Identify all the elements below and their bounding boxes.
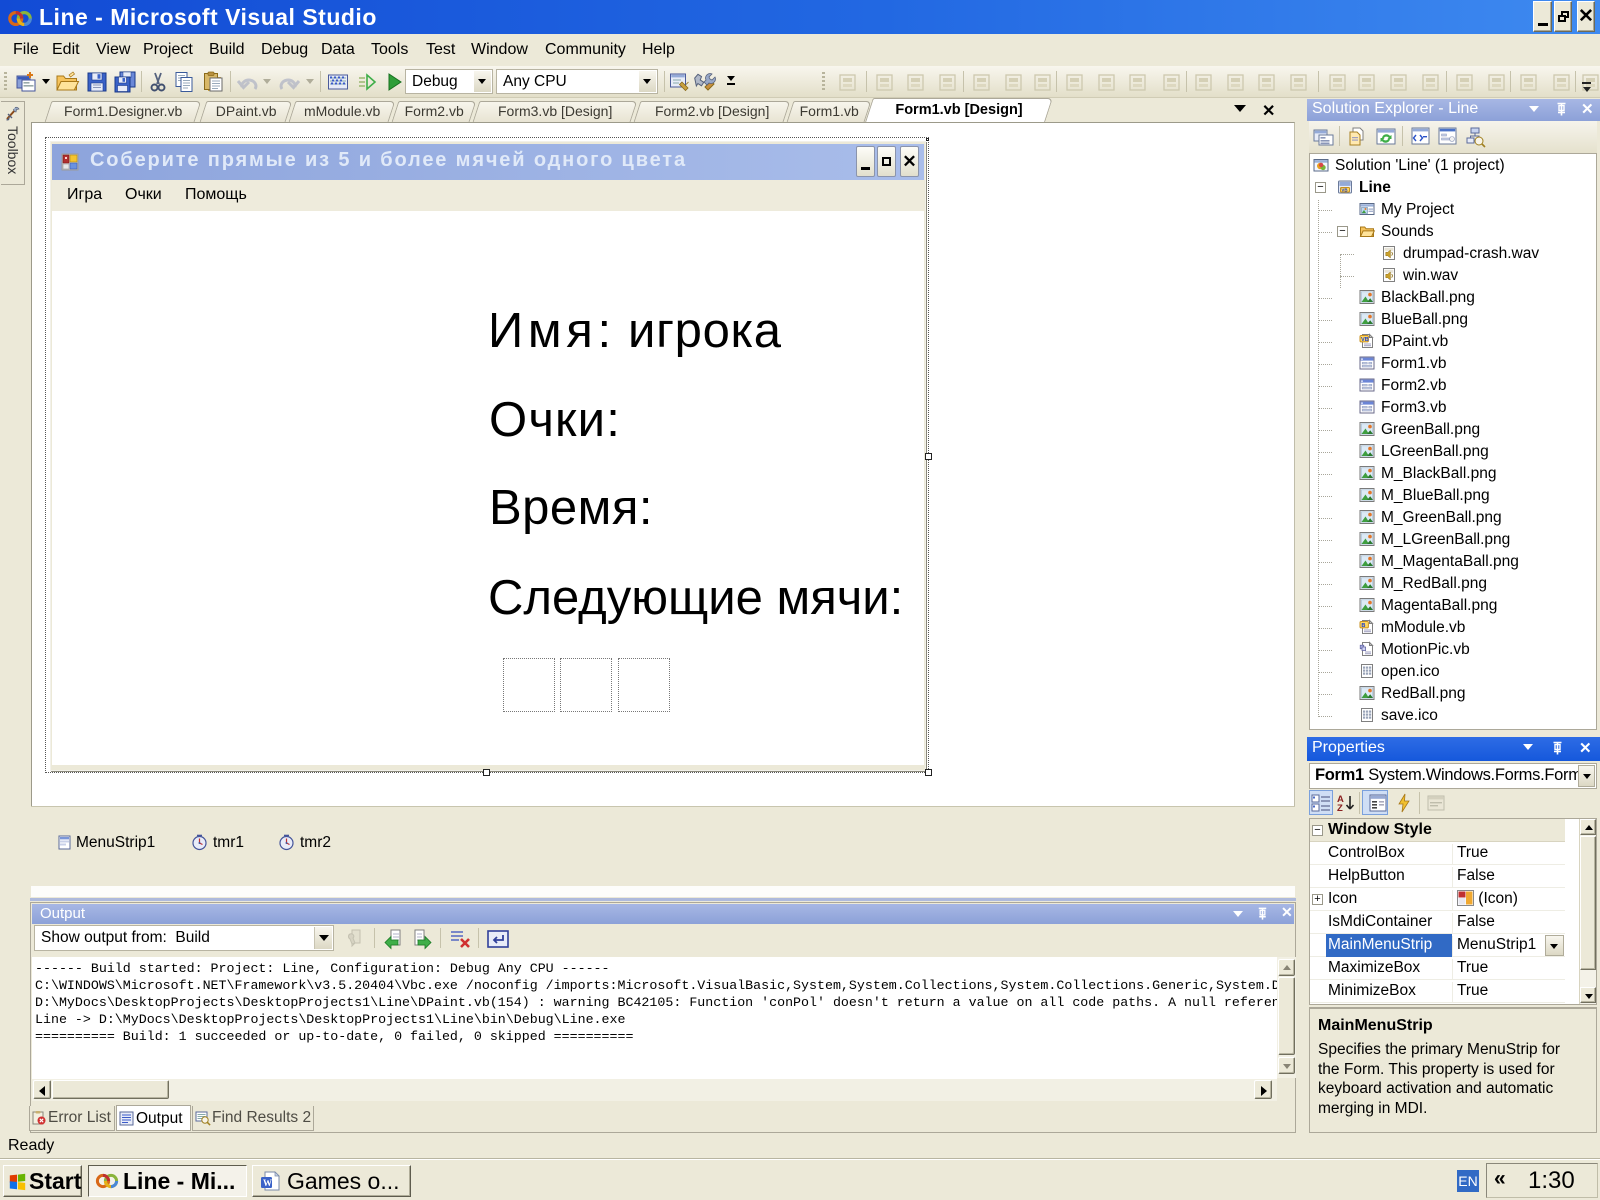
svg-text:Z: Z xyxy=(1337,803,1343,813)
svg-text:W: W xyxy=(263,1178,272,1188)
